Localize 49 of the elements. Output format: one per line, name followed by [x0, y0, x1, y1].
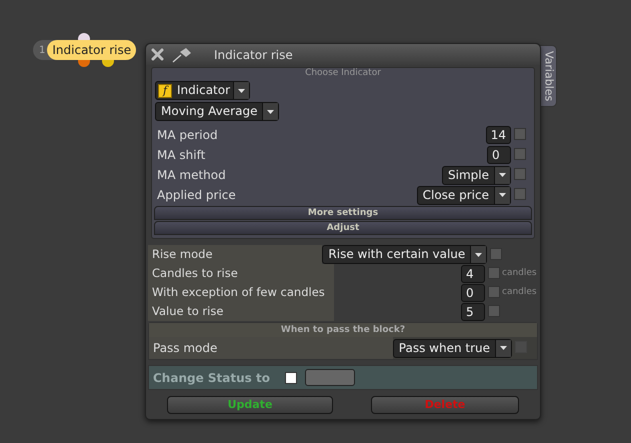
param-label: MA period	[157, 127, 219, 144]
setting-select[interactable]: Rise with certain value	[322, 245, 488, 264]
caret-icon	[499, 173, 506, 177]
number-field[interactable]: 0	[461, 284, 485, 302]
number-field[interactable]: 5	[461, 302, 485, 320]
section-heading: When to pass the block?	[149, 323, 537, 337]
node-title: Indicator rise	[47, 40, 136, 60]
checkbox[interactable]	[488, 266, 500, 278]
caret-icon	[499, 193, 506, 197]
unit-label: candles	[502, 286, 537, 297]
close-icon[interactable]	[151, 48, 164, 61]
pushpin-icon[interactable]	[172, 46, 192, 62]
caret-icon	[238, 88, 246, 92]
panel-legend: Choose Indicator	[305, 68, 381, 79]
status-checkbox[interactable]	[284, 372, 297, 384]
node-pill[interactable]: 1 Indicator rise	[33, 40, 136, 60]
number-field[interactable]: 0	[487, 146, 511, 164]
unit-label: candles	[502, 268, 537, 278]
panel-button[interactable]: More settings	[154, 206, 532, 220]
checkbox[interactable]	[488, 286, 500, 298]
setting-label: Pass mode	[149, 337, 393, 359]
caret-icon	[267, 110, 274, 114]
status-label: Change Status to	[153, 370, 270, 386]
number-field[interactable]: 4	[461, 264, 485, 282]
indicator-select[interactable]: Moving Average	[155, 102, 280, 121]
caret-icon	[475, 252, 482, 256]
type-select[interactable]: f Indicator	[155, 81, 250, 100]
param-select[interactable]: Simple	[442, 166, 511, 184]
number-field[interactable]: 14	[486, 126, 511, 144]
checkbox[interactable]	[514, 128, 526, 140]
status-field[interactable]	[304, 369, 355, 386]
caret-icon	[500, 346, 507, 350]
param-label: MA shift	[157, 147, 206, 164]
function-icon: f	[158, 84, 172, 98]
param-label: Applied price	[157, 187, 237, 204]
checkbox[interactable]	[514, 168, 526, 180]
param-label: MA method	[157, 167, 227, 184]
setting-label: Rise mode	[148, 245, 322, 264]
setting-label: Candles to rise	[148, 264, 334, 283]
checkbox[interactable]	[490, 248, 502, 260]
window-title: Indicator rise	[214, 46, 293, 64]
checkbox[interactable]	[514, 188, 526, 200]
panel-button[interactable]: Adjust	[154, 221, 532, 235]
setting-label: Value to rise	[148, 302, 334, 321]
checkbox[interactable]	[488, 304, 500, 316]
param-select[interactable]: Close price	[416, 186, 511, 204]
checkbox[interactable]	[514, 148, 526, 160]
node-number: 1	[38, 44, 46, 58]
setting-label: With exception of few candles	[148, 283, 334, 302]
